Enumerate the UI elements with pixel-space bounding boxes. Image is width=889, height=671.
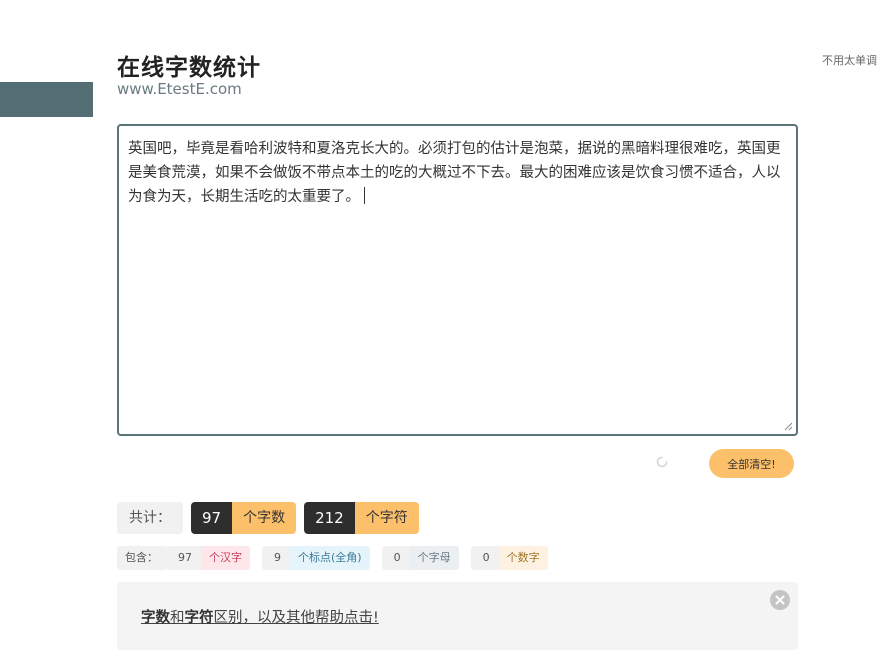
chinese-count-badge: 97 个汉字 <box>166 546 250 570</box>
symbol-count-value: 212 <box>304 502 355 534</box>
help-panel: 字数和字符区别，以及其他帮助点击! <box>117 582 798 650</box>
letter-count-badge: 0 个字母 <box>381 546 459 570</box>
totals-label: 共计： <box>117 502 183 534</box>
editor-text: 英国吧，毕竟是看哈利波特和夏洛克长大的。必须打包的估计是泡菜，据说的黑暗料理很难… <box>128 141 781 205</box>
resize-grip-icon[interactable] <box>784 422 793 431</box>
punct-count-value: 9 <box>262 546 290 570</box>
digit-count-unit: 个数字 <box>498 546 548 570</box>
text-input-area[interactable]: 英国吧，毕竟是看哈利波特和夏洛克长大的。必须打包的估计是泡菜，据说的黑暗料理很难… <box>117 124 798 436</box>
site-url: www.EtestE.com <box>117 80 242 98</box>
help-word-symbols: 字符 <box>184 610 214 626</box>
char-count-value: 97 <box>191 502 233 534</box>
page-title: 在线字数统计 <box>117 55 261 81</box>
breakdown-label: 包含： <box>117 546 166 570</box>
text-caret <box>364 187 365 204</box>
punct-count-unit: 个标点(全角) <box>290 546 370 570</box>
punct-count-badge: 9 个标点(全角) <box>262 546 370 570</box>
side-bar-accent <box>0 82 93 117</box>
close-icon[interactable] <box>770 590 790 610</box>
clear-all-button[interactable]: 全部清空! <box>709 449 794 478</box>
digit-count-value: 0 <box>470 546 499 570</box>
corner-tagline: 不用太单调 <box>822 54 877 67</box>
letter-count-unit: 个字母 <box>409 546 459 570</box>
loading-spinner-icon <box>656 456 668 468</box>
help-and: 和 <box>170 610 185 626</box>
symbol-count-unit: 个字符 <box>354 502 419 534</box>
char-count-unit: 个字数 <box>232 502 297 534</box>
digit-count-badge: 0 个数字 <box>470 546 548 570</box>
chinese-count-unit: 个汉字 <box>201 546 250 570</box>
help-word-chars: 字数 <box>141 610 170 626</box>
totals-bar: 共计： 97 个字数 212 个字符 <box>117 502 419 534</box>
breakdown-bar: 包含： 97 个汉字 9 个标点(全角) 0 个字母 0 个数字 <box>117 546 560 570</box>
chinese-count-value: 97 <box>166 546 201 570</box>
help-link[interactable]: 字数和字符区别，以及其他帮助点击! <box>141 606 379 627</box>
help-rest: 区别，以及其他帮助点击! <box>213 610 379 626</box>
letter-count-value: 0 <box>381 546 410 570</box>
symbol-count-pill: 212 个字符 <box>304 502 419 534</box>
char-count-pill: 97 个字数 <box>191 502 297 534</box>
